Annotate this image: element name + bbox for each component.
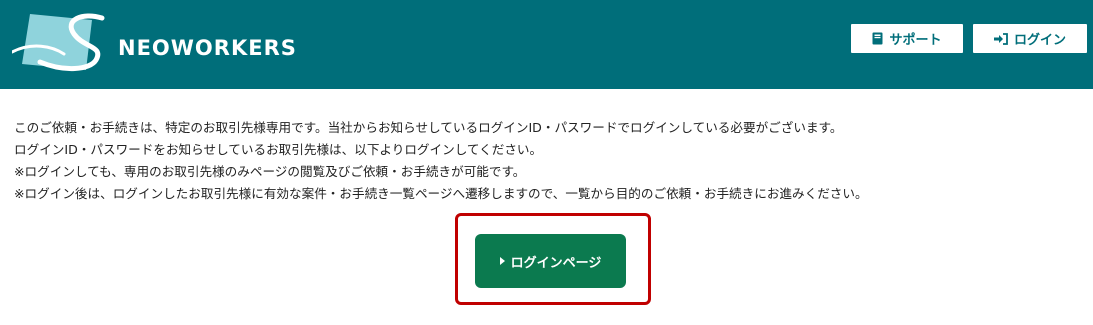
neoworkers-logo[interactable]: NEOWORKERS bbox=[10, 12, 312, 72]
login-page-label: ログインページ bbox=[510, 255, 602, 271]
login-label: ログイン bbox=[1013, 33, 1066, 48]
brand-name: NEOWORKERS bbox=[118, 36, 297, 60]
support-label: サポート bbox=[889, 33, 942, 48]
sign-in-icon bbox=[993, 32, 1008, 45]
book-icon bbox=[872, 32, 883, 45]
notice-line: ログインID・パスワードをお知らせしているお取引先様は、以下よりログインしてくだ… bbox=[14, 142, 543, 157]
notice-message: このご依頼・お手続きは、特定のお取引先様専用です。当社からお知らせしているログイ… bbox=[14, 117, 868, 205]
notice-line: ※ログイン後は、ログインしたお取引先様に有効な案件・お手続き一覧ページへ遷移しま… bbox=[14, 186, 868, 201]
login-page-button[interactable]: ログインページ bbox=[475, 234, 626, 288]
caret-right-icon bbox=[499, 257, 505, 265]
support-button[interactable]: サポート bbox=[851, 24, 963, 53]
login-button[interactable]: ログイン bbox=[973, 24, 1087, 53]
notice-line: ※ログインしても、専用のお取引先様のみページの閲覧及びご依頼・お手続きが可能です… bbox=[14, 164, 526, 179]
site-header: NEOWORKERS サポート ログイン bbox=[0, 0, 1093, 89]
notice-line: このご依頼・お手続きは、特定のお取引先様専用です。当社からお知らせしているログイ… bbox=[14, 120, 843, 135]
logo-mark-icon bbox=[10, 13, 105, 71]
